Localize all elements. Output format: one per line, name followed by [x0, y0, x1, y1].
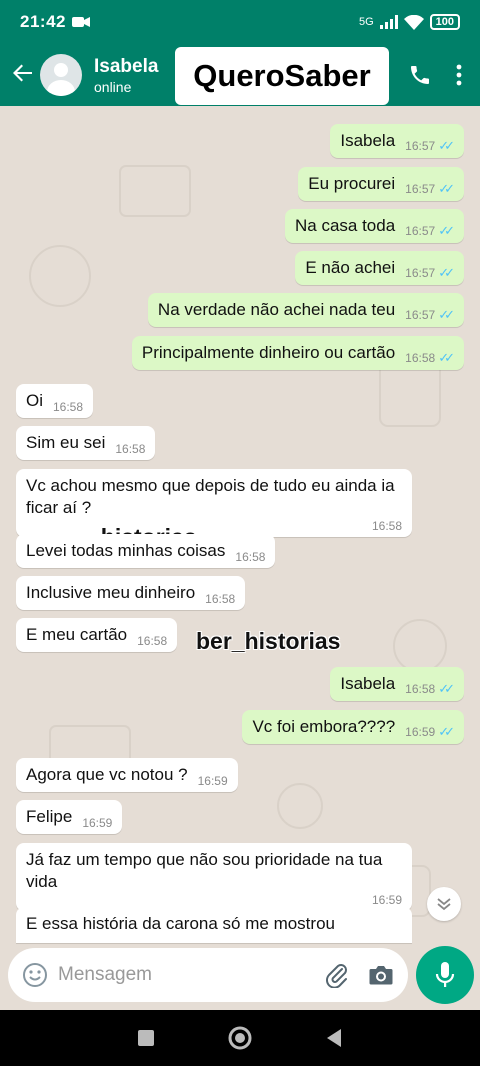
- read-ticks-icon: ✓✓: [438, 265, 455, 280]
- message-incoming[interactable]: Vc achou mesmo que depois de tudo eu ain…: [16, 469, 412, 537]
- message-outgoing[interactable]: Isabela 16:57 ✓✓: [330, 124, 464, 158]
- mic-icon: [435, 962, 455, 987]
- read-ticks-icon: ✓✓: [438, 350, 455, 365]
- message-input[interactable]: [58, 964, 308, 986]
- message-outgoing[interactable]: E não achei 16:57 ✓✓: [295, 251, 464, 285]
- contact-presence: online: [94, 78, 132, 95]
- camera-icon[interactable]: [368, 963, 394, 987]
- read-ticks-icon: ✓✓: [438, 138, 455, 153]
- scroll-to-bottom-button[interactable]: [427, 887, 461, 921]
- network-type: 5G: [358, 16, 374, 28]
- chevron-down-icon: [437, 898, 451, 911]
- message-incoming[interactable]: Sim eu sei 16:58: [16, 426, 156, 460]
- back-arrow-icon[interactable]: [0, 60, 40, 91]
- message-incoming[interactable]: Levei todas minhas coisas 16:58: [16, 534, 276, 568]
- message-incoming[interactable]: Já faz um tempo que não sou prioridade n…: [16, 843, 412, 911]
- read-ticks-icon: ✓✓: [438, 307, 455, 322]
- signal-icon: [379, 15, 398, 29]
- message-outgoing[interactable]: Principalmente dinheiro ou cartão 16:58 ✓✓: [131, 336, 464, 370]
- message-incoming[interactable]: Inclusive meu dinheiro 16:58: [16, 576, 246, 610]
- system-nav-bar: [0, 1010, 480, 1066]
- message-incoming[interactable]: Agora que vc notou ? 16:59: [16, 758, 238, 792]
- avatar[interactable]: [40, 54, 82, 96]
- overlay-title: QueroSaber: [175, 47, 389, 105]
- nav-back-icon[interactable]: [325, 1028, 343, 1048]
- contact-name: Isabela: [94, 55, 159, 77]
- nav-recents-icon[interactable]: [137, 1029, 155, 1047]
- phone-icon[interactable]: [408, 63, 432, 87]
- battery-indicator: 100: [429, 14, 460, 30]
- message-outgoing[interactable]: Vc foi embora???? 16:59 ✓✓: [242, 710, 464, 744]
- read-ticks-icon: ✓✓: [438, 223, 455, 238]
- attach-icon[interactable]: [324, 962, 350, 988]
- message-outgoing[interactable]: Isabela 16:58 ✓✓: [330, 667, 464, 701]
- read-ticks-icon: ✓✓: [438, 681, 455, 696]
- message-outgoing[interactable]: Eu procurei 16:57 ✓✓: [298, 167, 464, 201]
- message-outgoing[interactable]: Na verdade não achei nada teu 16:57 ✓✓: [147, 293, 464, 327]
- mic-button[interactable]: [416, 946, 474, 1004]
- status-time: 21:42: [20, 12, 66, 31]
- read-ticks-icon: ✓✓: [438, 181, 455, 196]
- message-composer: [8, 948, 408, 1002]
- message-outgoing[interactable]: Na casa toda 16:57 ✓✓: [284, 209, 464, 243]
- message-incoming[interactable]: Felipe 16:59: [16, 800, 123, 834]
- contact-info[interactable]: Isabela online: [94, 56, 158, 95]
- message-incoming[interactable]: Oi 16:58: [16, 384, 94, 418]
- watermark-text: ber_historias: [196, 628, 341, 654]
- message-incoming[interactable]: E essa história da carona só me mostrou: [16, 907, 412, 943]
- video-camera-icon: [71, 17, 90, 27]
- nav-home-icon[interactable]: [228, 1026, 252, 1050]
- status-bar: 21:42 5G 100: [0, 0, 480, 44]
- read-ticks-icon: ✓✓: [438, 724, 455, 739]
- emoji-icon[interactable]: [22, 962, 48, 988]
- wifi-icon: [403, 14, 424, 30]
- more-vert-icon[interactable]: [456, 64, 462, 86]
- message-incoming[interactable]: E meu cartão 16:58: [16, 618, 178, 652]
